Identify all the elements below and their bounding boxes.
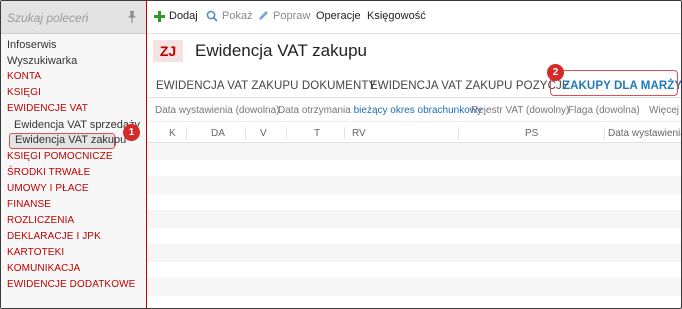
filter-vat-register[interactable]: Rejestr VAT (dowolny) [471,105,569,116]
column-separator [245,127,246,139]
sidebar-item-infoserwis[interactable]: Infoserwis [1,37,146,53]
search-icon [206,10,218,22]
column-header-ps[interactable]: PS [525,128,538,139]
table-row[interactable] [148,160,681,177]
table-row[interactable] [148,211,681,228]
filter-date-received-label: Data otrzymania [278,105,351,116]
column-header-da[interactable]: DA [211,128,225,139]
column-header-rv[interactable]: RV [352,128,366,139]
sidebar-item-srodki-trwale[interactable]: ŚRODKI TRWAŁE [1,165,146,181]
tab-positions[interactable]: EWIDENCJA VAT ZAKUPU POZYCJE [370,80,570,92]
sidebar-item-ewidencje-vat[interactable]: EWIDENCJE VAT [1,101,146,117]
sidebar-item-komunikacja[interactable]: KOMUNIKACJA [1,261,146,277]
sidebar-item-ksiegi[interactable]: KSIĘGI [1,85,146,101]
sidebar-item-umowy-i-place[interactable]: UMOWY I PŁACE [1,181,146,197]
sidebar-item-kartoteki[interactable]: KARTOTEKI [1,245,146,261]
column-header-v[interactable]: V [260,128,267,139]
pencil-icon [259,11,268,20]
table-row[interactable] [148,194,681,211]
table-row[interactable] [148,296,681,308]
table-row[interactable] [148,228,681,245]
edit-button[interactable]: Popraw [257,10,310,22]
plus-icon [154,10,165,22]
page-title: Ewidencja VAT zakupu [195,41,367,60]
annotation-highlight-tab [550,70,678,96]
column-header-date-issued[interactable]: Data wystawienia [608,128,681,139]
sidebar-item-ewidencje-dodatkowe[interactable]: EWIDENCJE DODATKOWE [1,277,146,293]
column-header-t[interactable]: T [314,128,320,139]
sidebar-item-rozliczenia[interactable]: ROZLICZENIA [1,213,146,229]
column-separator [344,127,345,139]
search-input[interactable]: Szukaj poleceń [7,11,88,25]
filter-flag[interactable]: Flaga (dowolna) [568,105,640,116]
sidebar: Szukaj poleceń Infoserwis Wyszukiwarka K… [1,1,147,308]
column-separator [286,127,287,139]
table-row[interactable] [148,245,681,262]
table-row[interactable] [148,262,681,279]
table-row[interactable] [148,177,681,194]
filter-more[interactable]: Więcej [649,105,679,116]
pin-icon[interactable] [126,10,138,24]
column-header-k[interactable]: K [169,128,176,139]
command-search[interactable]: Szukaj poleceń [1,1,146,34]
sidebar-item-finanse[interactable]: FINANSE [1,197,146,213]
sidebar-nav: Infoserwis Wyszukiwarka KONTA KSIĘGI EWI… [1,37,146,293]
column-separator [186,127,187,139]
tab-documents[interactable]: EWIDENCJA VAT ZAKUPU DOKUMENTY [156,80,376,92]
sidebar-item-wyszukiwarka[interactable]: Wyszukiwarka [1,53,146,69]
show-button[interactable]: Pokaż [206,10,253,22]
module-badge: ZJ [153,40,183,62]
add-button-label: Dodaj [169,10,198,22]
edit-button-label: Popraw [273,10,311,22]
filter-bar: Data wystawienia (dowolna) Data otrzyman… [148,100,681,122]
toolbar: Dodaj Pokaż Popraw Operacje Księgowość [148,1,681,34]
table-row[interactable] [148,143,681,160]
show-button-label: Pokaż [222,10,253,22]
column-separator [604,127,605,139]
accounting-menu-label: Księgowość [367,10,426,22]
table-row[interactable] [148,279,681,296]
grid-body [148,143,681,308]
sidebar-item-deklaracje-i-jpk[interactable]: DEKLARACJE I JPK [1,229,146,245]
operations-menu[interactable]: Operacje [316,10,361,22]
sidebar-item-ewidencja-vat-zakupu[interactable]: Ewidencja VAT zakupu [9,133,126,149]
grid-header: K DA V T RV PS Data wystawienia [148,123,681,143]
add-button[interactable]: Dodaj [154,10,198,22]
sidebar-item-konta[interactable]: KONTA [1,69,146,85]
filter-date-issued[interactable]: Data wystawienia (dowolna) [155,105,280,116]
sidebar-item-ksiegi-pomocnicze[interactable]: KSIĘGI POMOCNICZE [1,149,146,165]
annotation-badge-1: 1 [123,124,140,141]
operations-menu-label: Operacje [316,10,361,22]
accounting-menu[interactable]: Księgowość [367,10,426,22]
annotation-badge-2: 2 [547,64,564,81]
column-separator [458,127,459,139]
filter-date-received-value[interactable]: bieżący okres obrachunkowy [354,105,482,116]
filter-date-received[interactable]: Data otrzymania bieżący okres obrachunko… [278,105,482,116]
app-window: Szukaj poleceń Infoserwis Wyszukiwarka K… [0,0,682,309]
